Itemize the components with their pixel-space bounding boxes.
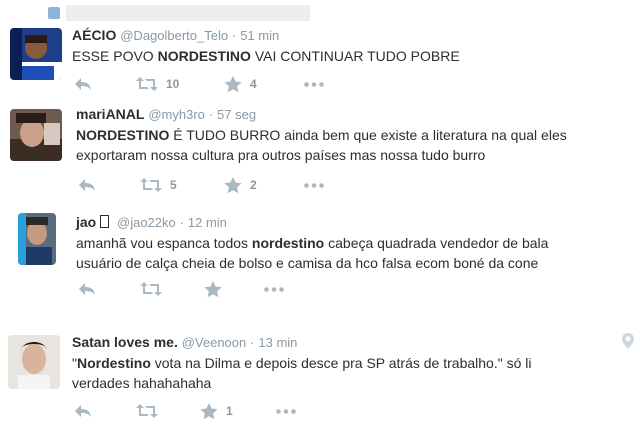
reply-icon[interactable]	[74, 403, 92, 421]
separator: ·	[179, 215, 184, 230]
user-handle[interactable]: @Dagolberto_Telo	[120, 28, 228, 43]
user-name[interactable]: Satan loves me.	[72, 334, 178, 350]
text-run: ESSE POVO	[72, 48, 158, 64]
text-run: cabeça quadrada vendedor de bala	[324, 235, 549, 251]
tweet-line: amanhã vou espanca todos nordestino cabe…	[76, 233, 548, 253]
tweet-line: verdades hahahahaha	[72, 373, 531, 393]
text-run: exportaram nossa cultura pra outros país…	[76, 147, 486, 163]
tweet-line: "Nordestino vota na Dilma e depois desce…	[72, 353, 531, 373]
more-icon[interactable]	[276, 409, 296, 427]
user-handle[interactable]: @myh3ro	[148, 107, 205, 122]
timestamp[interactable]: 57 seg	[217, 107, 256, 122]
user-handle[interactable]: @jao22ko	[117, 215, 176, 230]
text-run: vota na Dilma e depois desce pra SP atrá…	[150, 355, 532, 371]
reply-icon[interactable]	[74, 76, 92, 94]
star-icon[interactable]	[224, 177, 242, 195]
text-run: amanhã vou espanca todos	[76, 235, 252, 251]
favorite-count: 4	[250, 77, 257, 91]
avatar[interactable]	[10, 109, 62, 161]
separator: ·	[232, 28, 237, 43]
text-run: verdades hahahahaha	[72, 375, 212, 391]
star-icon[interactable]	[224, 76, 242, 94]
tweet-actions: 1	[74, 403, 334, 421]
timestamp[interactable]: 51 min	[240, 28, 279, 43]
tweet-line: usuário de calça cheia de bolso e camisa…	[76, 253, 548, 273]
favorite-count: 1	[226, 404, 233, 418]
retweet-icon[interactable]	[136, 403, 158, 421]
retweet-count: 5	[170, 178, 177, 192]
tweet-header: jao @jao22ko · 12 min	[76, 213, 227, 232]
timestamp[interactable]: 12 min	[188, 215, 227, 230]
reply-icon[interactable]	[78, 177, 96, 195]
avatar[interactable]	[18, 213, 56, 265]
tweet-line: ESSE POVO NORDESTINO VAI CONTINUAR TUDO …	[72, 46, 460, 66]
star-icon[interactable]	[204, 281, 222, 299]
tweet-header: AÉCIO @Dagolberto_Telo · 51 min	[72, 26, 279, 45]
more-icon[interactable]	[304, 82, 324, 100]
tweet-header: Satan loves me. @Veenoon · 13 min	[72, 333, 297, 352]
profile-photo-icon	[48, 7, 60, 19]
retweet-count: 10	[166, 77, 180, 91]
text-run: VAI CONTINUAR TUDO POBRE	[250, 48, 460, 64]
tweet-actions: 5 2	[78, 177, 338, 195]
blurred-username	[66, 5, 310, 21]
highlight-keyword: NORDESTINO	[157, 48, 251, 64]
location-pin-icon[interactable]	[622, 333, 634, 354]
text-run: usuário de calça cheia de bolso e camisa…	[76, 255, 539, 271]
favorite-count: 2	[250, 178, 257, 192]
avatar[interactable]	[10, 28, 62, 80]
avatar[interactable]	[8, 335, 60, 389]
highlight-keyword: nordestino	[251, 235, 325, 251]
highlight-keyword: Nordestino	[76, 355, 151, 371]
tweet-actions	[78, 281, 338, 299]
timestamp[interactable]: 13 min	[258, 335, 297, 350]
tweet-text: NORDESTINO É TUDO BURRO ainda bem que ex…	[76, 125, 567, 165]
retweet-icon[interactable]	[140, 177, 162, 195]
separator: ·	[250, 335, 255, 350]
more-icon[interactable]	[264, 287, 284, 305]
user-name[interactable]: mariANAL	[76, 106, 144, 122]
retweet-icon[interactable]	[140, 281, 162, 299]
top-user-bar	[40, 4, 310, 22]
highlight-keyword: NORDESTINO	[76, 127, 170, 143]
separator: ·	[208, 107, 214, 122]
tweet-header: mariANAL @myh3ro · 57 seg	[76, 105, 256, 124]
tweet-text: "Nordestino vota na Dilma e depois desce…	[72, 353, 531, 393]
star-icon[interactable]	[200, 403, 218, 421]
tweet-line: exportaram nossa cultura pra outros país…	[76, 145, 567, 165]
more-icon[interactable]	[304, 183, 324, 201]
user-name[interactable]: AÉCIO	[72, 27, 116, 43]
retweet-icon[interactable]	[136, 76, 158, 94]
user-handle[interactable]: @Veenoon	[182, 335, 247, 350]
tweet-actions: 10 4	[74, 76, 334, 94]
user-name[interactable]: jao	[76, 214, 100, 230]
tweet-text: ESSE POVO NORDESTINO VAI CONTINUAR TUDO …	[72, 46, 460, 66]
tweet-line: NORDESTINO É TUDO BURRO ainda bem que ex…	[76, 125, 567, 145]
reply-icon[interactable]	[78, 281, 96, 299]
tweet-text: amanhã vou espanca todos nordestino cabe…	[76, 233, 548, 273]
emoji-box-icon	[100, 215, 110, 228]
text-run: É TUDO BURRO ainda bem que existe a lite…	[169, 127, 567, 143]
